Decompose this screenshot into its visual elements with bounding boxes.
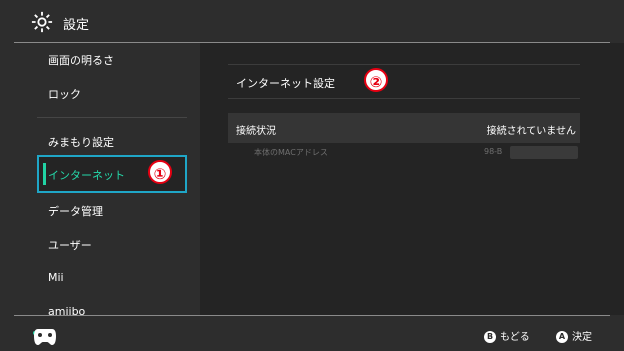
sidebar-item-lock[interactable]: ロック <box>48 86 81 102</box>
content-divider <box>228 64 580 65</box>
back-label: もどる <box>500 332 530 343</box>
header: 設定 <box>0 0 624 43</box>
sidebar-item-label: インターネット <box>48 169 125 182</box>
connection-status-row: 接続状況 接続されていません <box>228 113 580 143</box>
content-panel: インターネット設定 接続状況 接続されていません 本体のMACアドレス 98-B <box>200 43 624 315</box>
sidebar-item-parental-controls[interactable]: みまもり設定 <box>48 134 114 150</box>
sidebar-item-amiibo[interactable]: amiibo <box>48 305 85 315</box>
b-button-icon: B <box>484 331 496 343</box>
gear-icon <box>31 11 53 33</box>
internet-settings-button[interactable]: インターネット設定 <box>236 75 335 91</box>
sidebar-item-data-management[interactable]: データ管理 <box>48 203 103 219</box>
connection-status-label: 接続状況 <box>236 126 276 137</box>
selection-bar <box>43 163 46 185</box>
footer: B もどる A 決定 <box>0 315 624 351</box>
sidebar-item-users[interactable]: ユーザー <box>48 237 92 253</box>
controller-icon <box>34 329 56 345</box>
footer-divider <box>14 315 610 316</box>
annotation-badge-1: ① <box>148 160 172 184</box>
content-divider <box>228 98 580 99</box>
ok-label: 決定 <box>572 332 592 343</box>
mac-address-label: 本体のMACアドレス <box>254 148 328 157</box>
sidebar-divider <box>37 117 187 118</box>
sidebar-item-brightness[interactable]: 画面の明るさ <box>48 52 114 68</box>
page-title: 設定 <box>63 18 90 33</box>
back-button[interactable]: B もどる <box>484 328 530 343</box>
mac-address-row: 本体のMACアドレス 98-B <box>228 144 580 162</box>
connection-status-value: 接続されていません <box>486 126 576 137</box>
sidebar: 画面の明るさ ロック みまもり設定 インターネット データ管理 ユーザー Mii… <box>0 43 200 315</box>
ok-button[interactable]: A 決定 <box>556 328 592 343</box>
mac-address-redaction <box>510 146 578 159</box>
sidebar-item-mii[interactable]: Mii <box>48 271 64 284</box>
annotation-badge-2: ② <box>364 68 388 92</box>
mac-address-value: 98-B <box>484 147 503 156</box>
a-button-icon: A <box>556 331 568 343</box>
